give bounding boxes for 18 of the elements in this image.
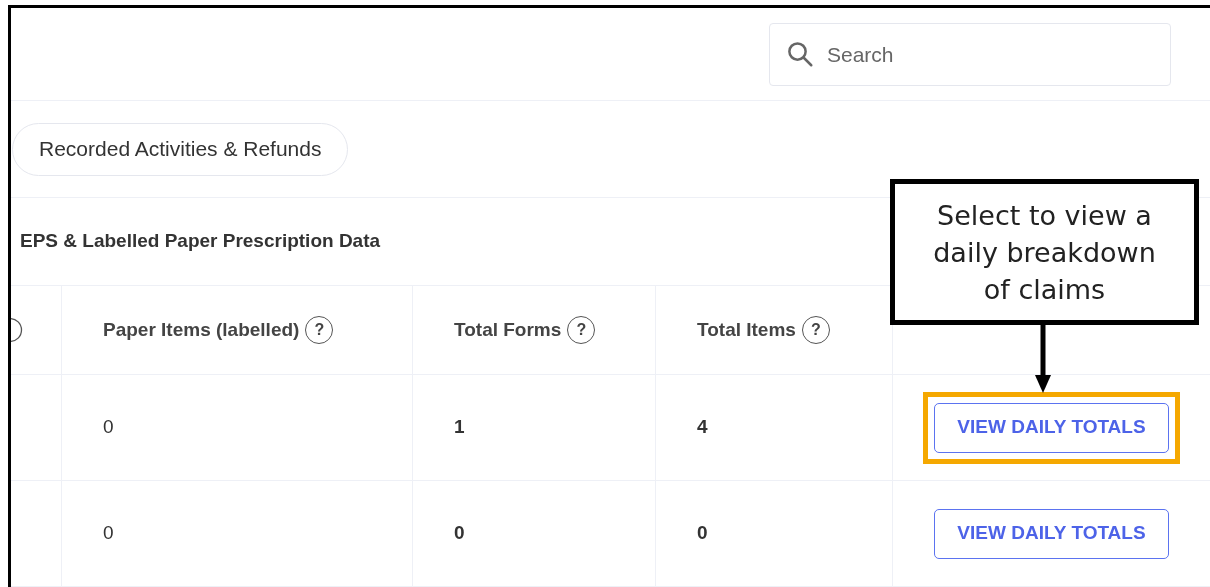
callout-text: of claims: [983, 272, 1106, 307]
table-cell-text: 1: [454, 415, 465, 440]
search-field[interactable]: Search: [769, 23, 1171, 86]
table-cell-text: 0: [103, 521, 114, 546]
table-cell-text: 0: [454, 521, 465, 546]
view-daily-totals-button[interactable]: VIEW DAILY TOTALS: [934, 402, 1169, 453]
callout-text: daily breakdown: [933, 235, 1156, 270]
table-cell-text: 4: [697, 415, 708, 440]
callout-text: Select to view a: [937, 198, 1152, 233]
filter-chip[interactable]: Recorded Activities & Refunds: [12, 122, 349, 176]
column-header: Total Items: [697, 317, 796, 342]
section-title: EPS & Labelled Paper Prescription Data: [20, 229, 381, 254]
column-header: Total Forms: [454, 317, 562, 342]
table-cell-text: 0: [697, 521, 708, 546]
view-daily-totals-button[interactable]: VIEW DAILY TOTALS: [934, 508, 1169, 559]
table-cell-text: 0: [103, 415, 114, 440]
search-icon: [785, 39, 815, 69]
column-header: Paper Items (labelled): [103, 317, 300, 342]
